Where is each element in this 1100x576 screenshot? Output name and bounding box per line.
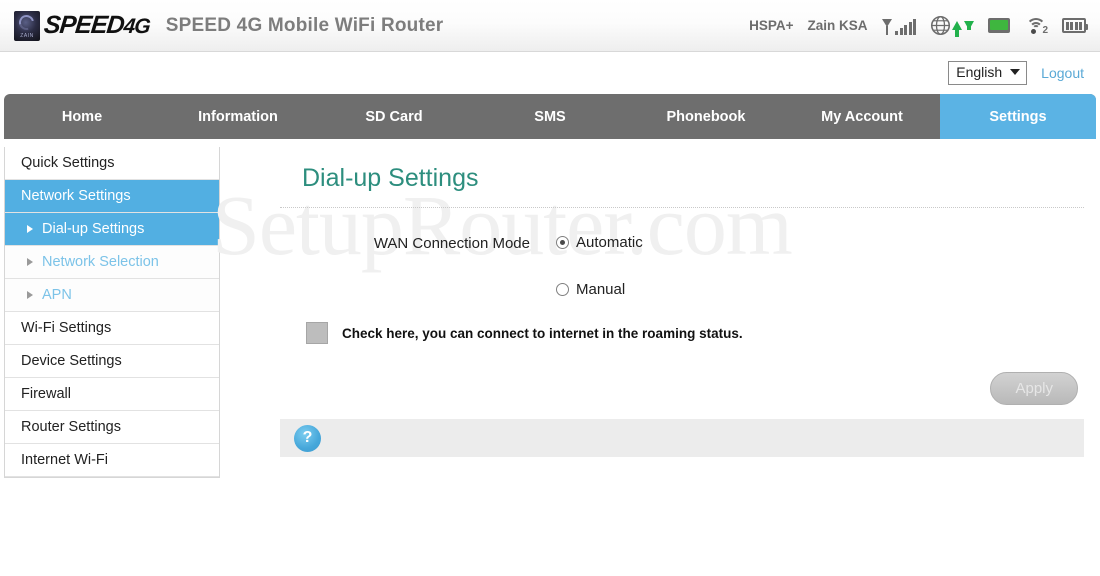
nav-item-sd-card[interactable]: SD Card [316,94,472,139]
chevron-right-icon [27,225,33,233]
nav-item-sms[interactable]: SMS [472,94,628,139]
language-select[interactable]: English [948,61,1028,85]
content-inner: Dial-up Settings WAN Connection Mode Aut… [280,147,1096,457]
logo-swirl-icon [16,11,37,33]
router-admin-page: ZAIN SPEED4G SPEED 4G Mobile WiFi Router… [0,0,1100,576]
wordmark-main: SPEED [42,11,126,39]
wan-mode-label: WAN Connection Mode [373,235,530,252]
sidebar-item-label: Dial-up Settings [42,221,145,237]
chevron-right-icon [27,291,33,299]
radio-manual-label: Manual [576,281,626,298]
apply-button[interactable]: Apply [990,372,1078,405]
wifi-client-count: 2 [1042,24,1048,36]
sidebar-item-apn[interactable]: APN [5,279,219,312]
radio-option-automatic[interactable]: Automatic [556,234,643,251]
wan-mode-row: WAN Connection Mode Automatic Manual [280,234,1096,298]
wan-mode-options: Automatic Manual [556,234,643,298]
sidebar: Quick Settings Network Settings Dial-up … [4,147,220,478]
apply-row: Apply [280,344,1096,405]
nav-item-my-account[interactable]: My Account [784,94,940,139]
radio-automatic-label: Automatic [576,234,643,251]
app-header: ZAIN SPEED4G SPEED 4G Mobile WiFi Router… [0,0,1100,52]
carrier-label: Zain KSA [807,18,868,33]
sidebar-item-router-settings[interactable]: Router Settings [5,411,219,444]
logout-link[interactable]: Logout [1041,65,1084,81]
nav-item-phonebook[interactable]: Phonebook [628,94,784,139]
nav-item-home[interactable]: Home [4,94,160,139]
radio-option-manual[interactable]: Manual [556,281,643,298]
sidebar-item-firewall[interactable]: Firewall [5,378,219,411]
content-area: SetupRouter.com Dial-up Settings WAN Con… [212,147,1096,478]
help-icon[interactable]: ? [294,424,321,452]
language-select-value: English [956,64,1003,81]
sidebar-item-quick-settings[interactable]: Quick Settings [5,147,219,180]
sidebar-item-network-selection[interactable]: Network Selection [5,246,219,279]
help-bar: ? [280,419,1084,457]
radio-manual-icon[interactable] [556,283,569,296]
sub-header: English Logout [0,52,1100,94]
nav-item-settings[interactable]: Settings [940,94,1096,139]
wifi-icon: 2 [1024,17,1048,36]
wordmark-suffix: 4G [122,15,151,38]
main-nav: Home Information SD Card SMS Phonebook M… [4,94,1096,139]
sidebar-item-internet-wi-fi[interactable]: Internet Wi-Fi [5,444,219,477]
roaming-label: Check here, you can connect to internet … [342,325,743,341]
sidebar-item-label: APN [42,287,72,303]
sidebar-item-device-settings[interactable]: Device Settings [5,345,219,378]
logo-badge-text: ZAIN [20,32,34,39]
chevron-down-icon [1010,69,1021,76]
section-title: Dial-up Settings [302,164,479,192]
chevron-right-icon [27,258,33,266]
roaming-checkbox[interactable] [306,322,328,344]
battery-icon [1062,18,1088,33]
speed4g-wordmark: SPEED4G [42,11,151,40]
sidebar-item-network-settings[interactable]: Network Settings [5,180,219,213]
roaming-row: Check here, you can connect to internet … [280,322,1096,344]
dial-up-form: WAN Connection Mode Automatic Manual Che… [280,208,1096,405]
sidebar-item-wi-fi-settings[interactable]: Wi-Fi Settings [5,312,219,345]
data-transfer-arrows-icon [952,21,974,37]
sidebar-item-label: Network Selection [42,254,159,270]
globe-icon [930,15,951,36]
sms-icon [988,18,1010,33]
status-bar: HSPA+ Zain KSA 2 [749,15,1100,37]
zain-logo-icon: ZAIN [14,10,40,41]
globe-transfer-icon [930,15,974,37]
network-type-label: HSPA+ [749,18,794,33]
page-body: Quick Settings Network Settings Dial-up … [0,139,1100,478]
nav-item-information[interactable]: Information [160,94,316,139]
page-title: SPEED 4G Mobile WiFi Router [165,14,444,36]
brand: ZAIN SPEED4G [0,10,151,41]
sidebar-item-dial-up-settings[interactable]: Dial-up Settings [5,213,219,246]
signal-bars-icon [881,17,916,35]
radio-automatic-icon[interactable] [556,236,569,249]
